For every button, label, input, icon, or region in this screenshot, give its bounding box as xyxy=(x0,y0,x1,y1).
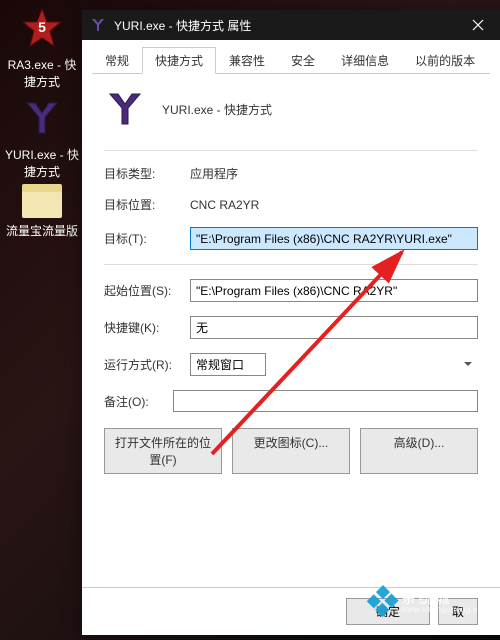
app-large-icon xyxy=(104,88,146,130)
ra3-shortcut-icon: 5 xyxy=(18,4,66,52)
close-icon xyxy=(472,19,484,31)
titlebar[interactable]: YURI.exe - 快捷方式 属性 xyxy=(82,10,500,40)
tab-previous[interactable]: 以前的版本 xyxy=(402,47,488,74)
close-button[interactable] xyxy=(455,10,500,40)
watermark-logo-icon xyxy=(366,585,400,619)
startin-input[interactable] xyxy=(190,279,478,302)
yuri-shortcut-icon xyxy=(18,94,66,142)
run-select[interactable]: 常规窗口 xyxy=(190,353,266,376)
target-loc-value: CNC RA2YR xyxy=(190,198,478,212)
desktop-icon-label: YURI.exe - 快捷方式 xyxy=(4,146,80,180)
desktop-icon-label: RA3.exe - 快捷方式 xyxy=(4,56,80,90)
watermark-brand: 系统城 xyxy=(401,591,490,606)
desktop-icon-yuri[interactable]: YURI.exe - 快捷方式 xyxy=(4,94,80,180)
change-icon-button[interactable]: 更改图标(C)... xyxy=(232,428,350,474)
desktop-icon-folder[interactable]: 流量宝流量版 xyxy=(4,184,80,239)
run-label: 运行方式(R): xyxy=(104,356,190,373)
watermark: 系统城 www.xitongcheng.com xyxy=(371,590,490,614)
target-type-label: 目标类型: xyxy=(104,165,190,182)
window-app-icon xyxy=(90,17,106,33)
target-loc-label: 目标位置: xyxy=(104,196,190,213)
folder-icon xyxy=(22,184,62,218)
target-label: 目标(T): xyxy=(104,230,190,247)
hotkey-input[interactable] xyxy=(190,316,478,339)
tab-details[interactable]: 详细信息 xyxy=(328,47,402,74)
advanced-button[interactable]: 高级(D)... xyxy=(360,428,478,474)
startin-label: 起始位置(S): xyxy=(104,282,190,299)
tab-security[interactable]: 安全 xyxy=(278,47,328,74)
target-type-value: 应用程序 xyxy=(190,165,478,182)
svg-text:5: 5 xyxy=(38,19,46,35)
desktop-icon-ra3[interactable]: 5 RA3.exe - 快捷方式 xyxy=(4,4,80,90)
open-location-button[interactable]: 打开文件所在的位置(F) xyxy=(104,428,222,474)
desktop-icon-label: 流量宝流量版 xyxy=(4,222,80,239)
hotkey-label: 快捷键(K): xyxy=(104,319,190,336)
app-name: YURI.exe - 快捷方式 xyxy=(162,101,272,118)
tab-general[interactable]: 常规 xyxy=(92,47,142,74)
tab-strip: 常规 快捷方式 兼容性 安全 详细信息 以前的版本 xyxy=(92,46,490,74)
target-input[interactable] xyxy=(190,227,478,250)
comment-label: 备注(O): xyxy=(104,393,173,410)
window-title: YURI.exe - 快捷方式 属性 xyxy=(114,17,455,34)
comment-input[interactable] xyxy=(173,390,478,412)
tab-shortcut[interactable]: 快捷方式 xyxy=(142,47,216,74)
tab-content: YURI.exe - 快捷方式 目标类型: 应用程序 目标位置: CNC RA2… xyxy=(82,74,500,587)
properties-window: YURI.exe - 快捷方式 属性 常规 快捷方式 兼容性 安全 详细信息 以… xyxy=(82,10,500,635)
watermark-url: www.xitongcheng.com xyxy=(401,606,490,614)
tab-compatibility[interactable]: 兼容性 xyxy=(216,47,278,74)
